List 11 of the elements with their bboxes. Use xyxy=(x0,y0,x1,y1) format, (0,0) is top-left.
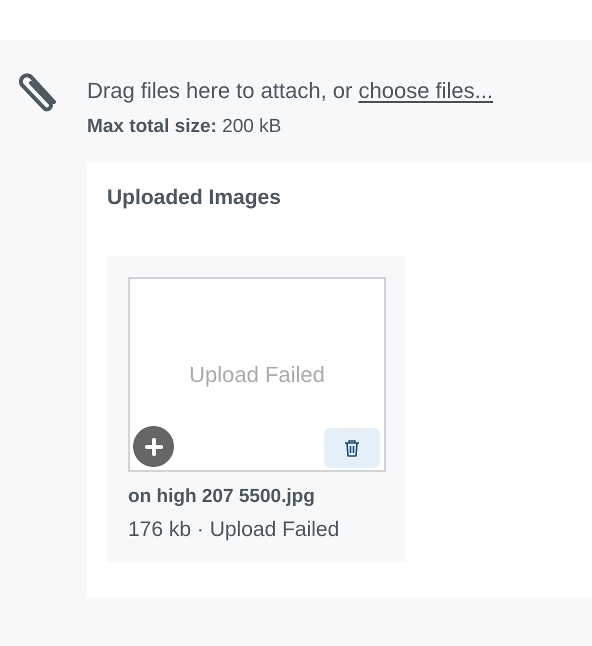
section-title: Uploaded Images xyxy=(107,186,282,210)
file-name: on high 207 5500.jpg xyxy=(128,486,316,508)
choose-files-link[interactable]: choose files... xyxy=(358,78,493,103)
add-button[interactable] xyxy=(133,426,174,467)
trash-icon xyxy=(344,439,360,457)
plus-icon xyxy=(144,438,162,456)
max-size-text: Max total size: 200 kB xyxy=(87,116,282,138)
file-info: 176 kb · Upload Failed xyxy=(128,518,340,542)
delete-button[interactable] xyxy=(324,428,380,468)
drop-prompt: Drag files here to attach, or xyxy=(87,78,352,103)
upload-status: Upload Failed xyxy=(189,362,325,388)
